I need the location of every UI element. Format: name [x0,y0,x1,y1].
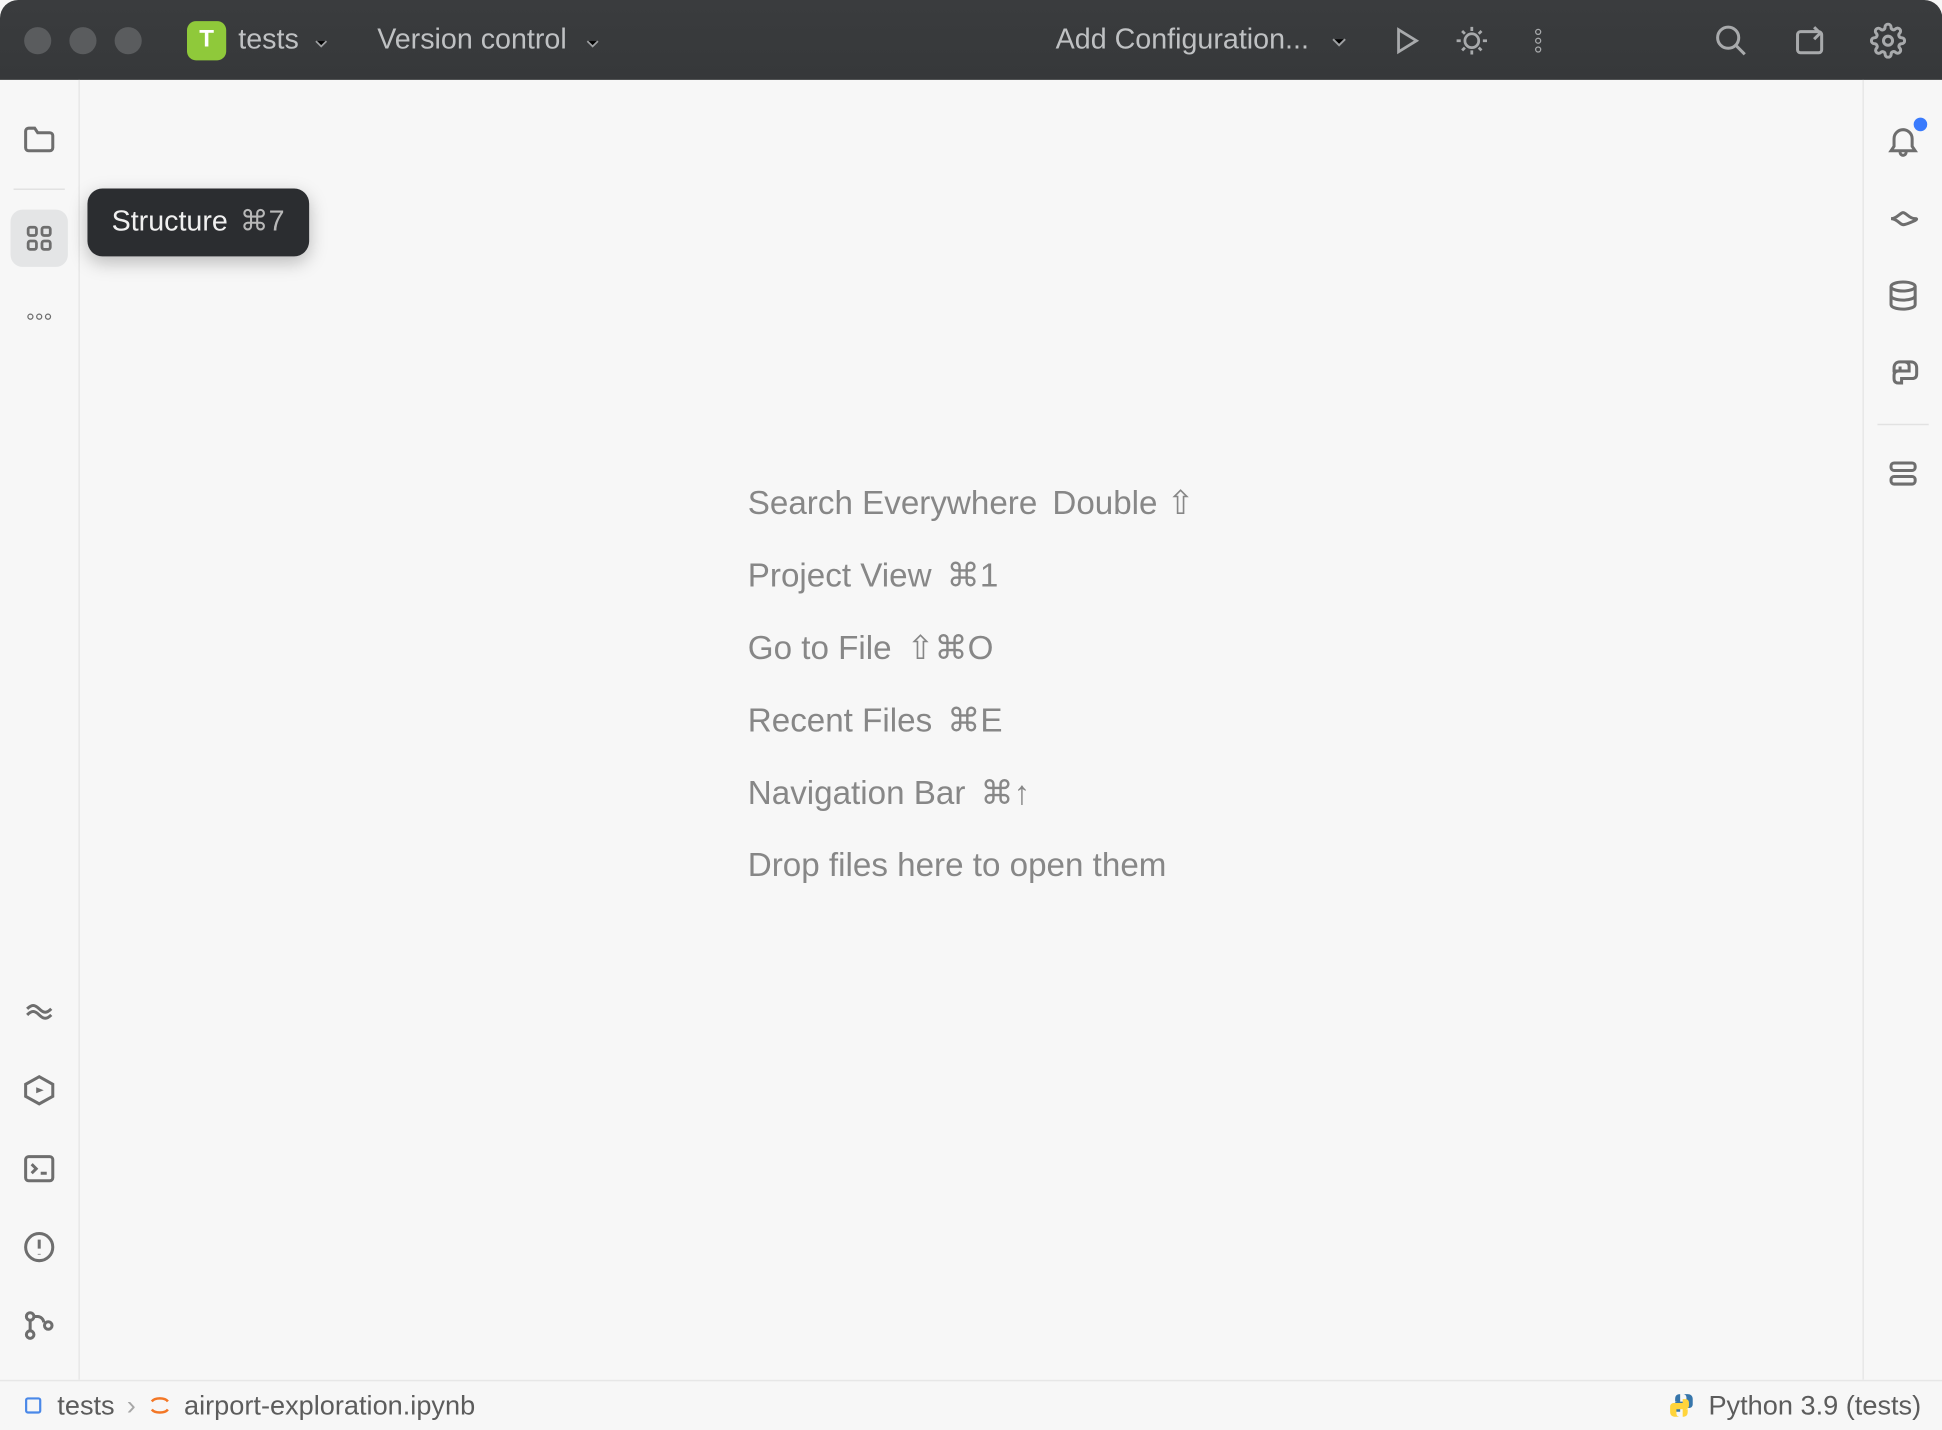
hint-shortcut: ⌘↑ [980,774,1030,813]
editor-area[interactable]: Search Everywhere Double ⇧ Project View … [80,80,1862,1380]
jupyter-icon [148,1393,172,1417]
right-tool-sidebar [1862,80,1942,1380]
hint-label: Project View [748,556,932,595]
more-actions-button[interactable] [1520,22,1556,58]
hint-shortcut: Double ⇧ [1052,484,1194,523]
terminal-tool-button[interactable] [11,1140,68,1197]
breadcrumb-root: tests [57,1390,114,1422]
breadcrumb[interactable]: tests › airport-exploration.ipynb [21,1390,475,1422]
version-control-dropdown[interactable]: Version control [377,23,603,56]
hint-row: Search Everywhere Double ⇧ [748,484,1195,523]
close-window-button[interactable] [24,26,51,53]
settings-button[interactable] [1870,22,1906,58]
hint-shortcut: ⌘E [947,701,1002,740]
maximize-window-button[interactable] [115,26,142,53]
chevron-down-icon [582,29,603,50]
project-name: tests [238,23,299,56]
module-icon [21,1393,45,1417]
empty-editor-hints: Search Everywhere Double ⇧ Project View … [748,484,1195,885]
chevron-down-icon [311,29,332,50]
python-icon [1666,1390,1696,1420]
drop-hint: Drop files here to open them [748,846,1195,885]
project-tool-button[interactable] [11,112,68,169]
project-letter-badge: T [187,20,226,59]
project-selector[interactable]: T tests [187,20,332,59]
chevron-down-icon [1327,29,1348,50]
tooltip-shortcut: ⌘7 [240,205,285,240]
notifications-tool-button[interactable] [1874,112,1931,169]
hint-row: Project View ⌘1 [748,556,1195,595]
python-packages-tool-button[interactable] [11,983,68,1040]
status-bar: tests › airport-exploration.ipynb Python… [0,1380,1942,1430]
python-console-tool-button[interactable] [1874,347,1931,404]
services-tool-button[interactable] [11,1062,68,1119]
ai-assistant-tool-button[interactable] [1874,190,1931,247]
hint-row: Navigation Bar ⌘↑ [748,774,1195,813]
tooltip-label: Structure [112,207,228,240]
run-configuration-label: Add Configuration... [1056,23,1309,56]
database-tool-button[interactable] [1874,268,1931,325]
hint-shortcut: ⌘1 [947,556,999,595]
chevron-right-icon: › [127,1390,136,1422]
window-controls [24,26,142,53]
drop-hint-text: Drop files here to open them [748,846,1167,885]
interpreter-label: Python 3.9 (tests) [1708,1390,1921,1422]
title-bar: T tests Version control Add Configuratio… [0,0,1942,80]
sidebar-divider [1877,424,1928,426]
minimize-window-button[interactable] [69,26,96,53]
interpreter-selector[interactable]: Python 3.9 (tests) [1666,1390,1921,1422]
run-button[interactable] [1387,22,1423,58]
more-tools-button[interactable] [11,288,68,345]
search-button[interactable] [1713,22,1749,58]
problems-tool-button[interactable] [11,1218,68,1275]
sidebar-divider [14,189,65,191]
update-button[interactable] [1792,22,1828,58]
run-configuration-dropdown[interactable]: Add Configuration... [1056,23,1348,56]
hint-label: Go to File [748,629,892,668]
notification-dot-icon [1914,118,1928,132]
jupyter-variables-tool-button[interactable] [1874,445,1931,502]
hint-label: Navigation Bar [748,774,966,813]
debug-button[interactable] [1454,22,1490,58]
structure-tool-button[interactable] [11,210,68,267]
structure-tooltip: Structure ⌘7 [87,189,308,257]
vcs-tool-button[interactable] [11,1297,68,1354]
hint-row: Recent Files ⌘E [748,701,1195,740]
version-control-label: Version control [377,23,567,56]
hint-label: Recent Files [748,701,932,740]
hint-label: Search Everywhere [748,484,1038,523]
left-tool-sidebar [0,80,80,1380]
hint-shortcut: ⇧⌘O [907,629,994,668]
breadcrumb-file: airport-exploration.ipynb [184,1390,475,1422]
hint-row: Go to File ⇧⌘O [748,629,1195,668]
